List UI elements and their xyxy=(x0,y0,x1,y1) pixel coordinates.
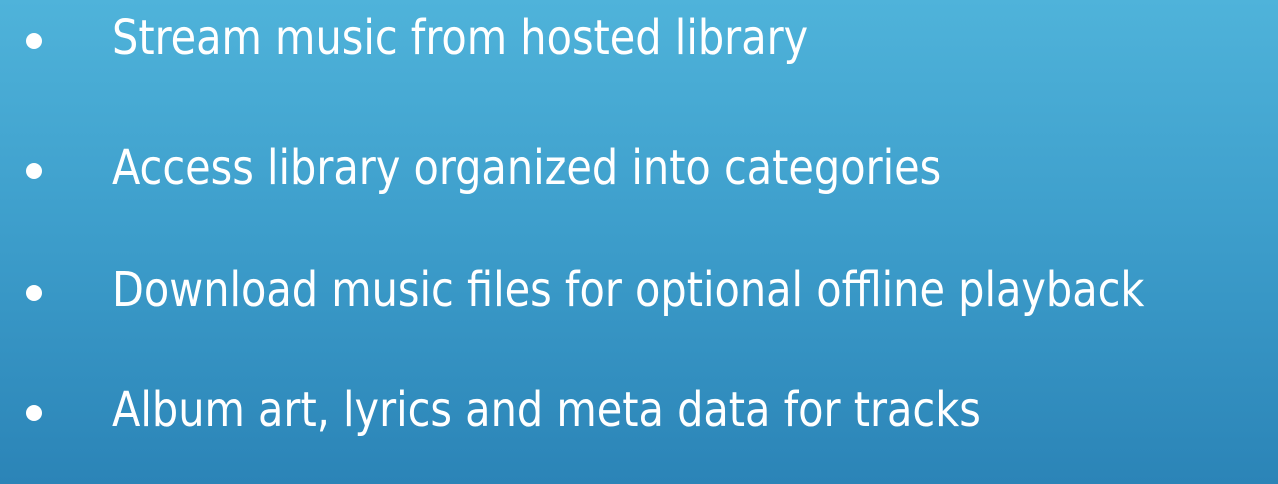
bullet-item: Album art, lyrics and meta data for trac… xyxy=(0,372,1278,448)
bullet-text: Access library organized into categories xyxy=(112,140,942,196)
bullet-dot-icon xyxy=(26,33,42,49)
slide: Stream music from hosted library Access … xyxy=(0,0,1278,484)
bullet-item: Access library organized into categories xyxy=(0,130,1278,206)
bullet-text: Download music files for optional offlin… xyxy=(112,262,1145,318)
bullet-text: Album art, lyrics and meta data for trac… xyxy=(112,382,981,438)
bullet-item: Stream music from hosted library xyxy=(0,0,1278,76)
bullet-item: Download music files for optional offlin… xyxy=(0,252,1278,328)
bullet-dot-icon xyxy=(26,163,42,179)
bullet-dot-icon xyxy=(26,285,42,301)
bullet-text: Stream music from hosted library xyxy=(112,10,809,66)
bullet-dot-icon xyxy=(26,405,42,421)
